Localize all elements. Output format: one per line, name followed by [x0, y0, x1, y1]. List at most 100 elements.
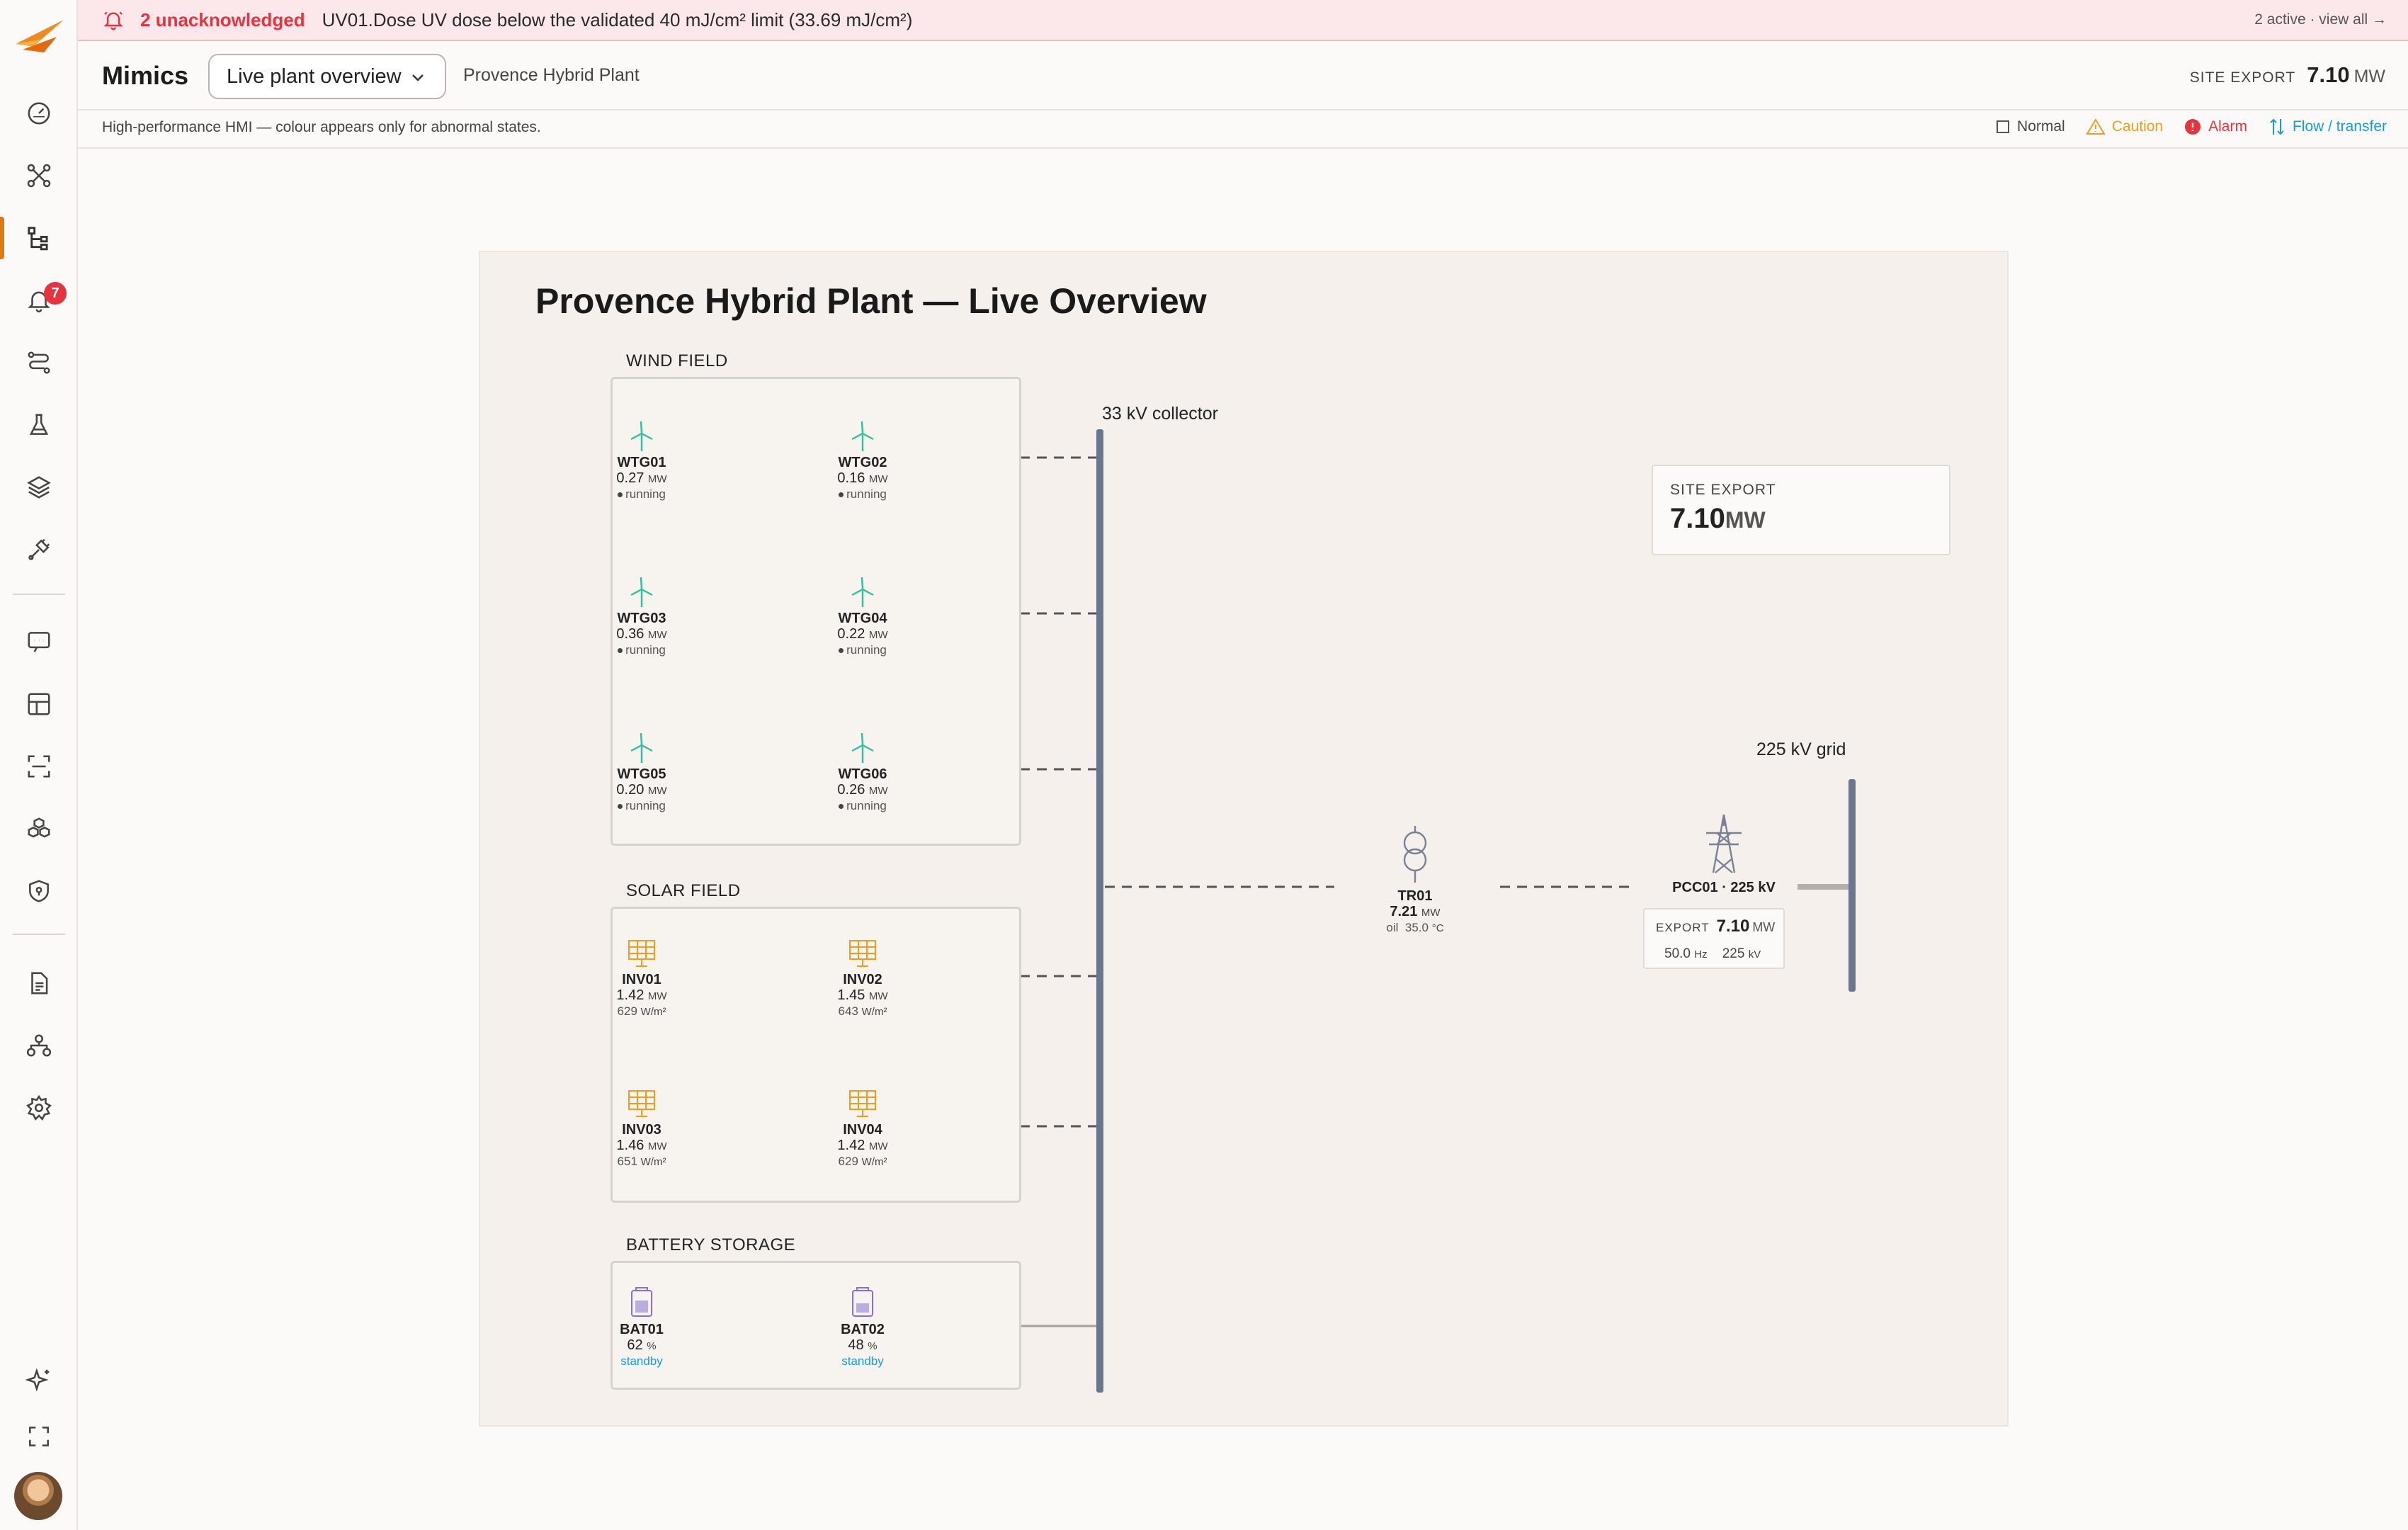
- scan-icon: [28, 755, 50, 778]
- nav-connections[interactable]: [0, 521, 78, 578]
- battery-bat01[interactable]: BAT01 62 % standby: [585, 1286, 698, 1368]
- legend-flow-label: Flow / transfer: [2292, 118, 2387, 135]
- inverter-inv01[interactable]: INV01 1.42 MW 629 W/m²: [585, 936, 698, 1019]
- turbine-wtg04[interactable]: WTG04 0.22 MW running: [806, 575, 919, 657]
- inverter-inv02[interactable]: INV02 1.45 MW 643 W/m²: [806, 936, 919, 1019]
- alarm-banner[interactable]: 2 unacknowledged UV01.Dose UV dose below…: [78, 0, 2408, 41]
- wind-turbine-icon: [630, 732, 653, 763]
- route-icon: [28, 351, 50, 374]
- square-outline-icon: [1997, 120, 2010, 133]
- header-site-export: SITE EXPORT 7.10 MW: [2190, 62, 2385, 88]
- nav-dashboard[interactable]: [0, 85, 78, 142]
- battery-status: standby: [620, 1354, 663, 1368]
- mimic-selector[interactable]: Live plant overview: [208, 54, 446, 99]
- state-legend: Normal Caution Alarm Flow / transfer: [1975, 118, 2387, 136]
- solar-panel-icon: [628, 1090, 655, 1117]
- inverter-power: 1.46: [616, 1138, 644, 1153]
- turbine-power: 0.16: [837, 470, 865, 486]
- alarm-count-badge: 7: [44, 282, 67, 305]
- pcc-readout: EXPORT 7.10 MW 50.0 Hz 225 kV: [1643, 908, 1785, 969]
- nav-assistant[interactable]: [0, 1352, 78, 1408]
- nav-layers[interactable]: [0, 459, 78, 516]
- inverter-power: 1.42: [616, 987, 644, 1003]
- nav-dashboards[interactable]: [0, 676, 78, 732]
- nav-mimics[interactable]: [0, 210, 78, 266]
- battery-storage-label: BATTERY STORAGE: [626, 1235, 796, 1254]
- cubes-icon: [28, 817, 50, 838]
- header-export-label: SITE EXPORT: [2189, 69, 2296, 86]
- user-avatar[interactable]: [14, 1472, 62, 1520]
- grid-voltage: 225: [1722, 946, 1745, 961]
- irradiance: 643: [838, 1004, 858, 1018]
- pcc-pcc01[interactable]: PCC01 · 225 kV: [1639, 812, 1809, 896]
- nav-hierarchy[interactable]: [0, 1017, 78, 1074]
- turbine-status: running: [625, 487, 666, 501]
- nav-fullscreen[interactable]: [0, 1408, 78, 1465]
- gauge-icon: [28, 102, 50, 125]
- page-header: Mimics Live plant overview Provence Hybr…: [78, 41, 2408, 110]
- nav-settings[interactable]: [0, 1080, 78, 1136]
- turbine-wtg06[interactable]: WTG06 0.26 MW running: [806, 731, 919, 813]
- collector-bus-label: 33 kV collector: [1102, 404, 1218, 424]
- transformer-icon: [1403, 826, 1427, 883]
- wind-turbine-icon: [851, 732, 874, 763]
- turbine-wtg02[interactable]: WTG02 0.16 MW running: [806, 419, 919, 502]
- nav-assets[interactable]: [0, 800, 78, 857]
- legend-caution-label: Caution: [2111, 118, 2164, 135]
- chat-icon: [28, 632, 50, 652]
- alarm-bell-icon: [103, 11, 123, 30]
- battery-status: standby: [841, 1354, 884, 1368]
- nav-alarms[interactable]: 7: [0, 272, 78, 329]
- inverter-inv03[interactable]: INV03 1.46 MW 651 W/m²: [585, 1087, 698, 1169]
- battery-icon: [631, 1287, 652, 1317]
- turbine-wtg01[interactable]: WTG01 0.27 MW running: [585, 419, 698, 502]
- battery-bat02[interactable]: BAT02 48 % standby: [806, 1286, 919, 1368]
- grid-bus: [1848, 779, 1856, 992]
- sparkle-icon: [25, 1368, 50, 1392]
- chevron-down-icon: [412, 74, 424, 81]
- solar-panel-icon: [849, 1090, 876, 1117]
- plant-name: Provence Hybrid Plant: [463, 65, 640, 85]
- page-title: Mimics: [102, 61, 189, 90]
- wind-turbine-icon: [851, 577, 874, 607]
- wind-field-label: WIND FIELD: [626, 351, 728, 370]
- legend-bar: High-performance HMI — colour appears on…: [78, 110, 2408, 149]
- nav-messages[interactable]: [0, 613, 78, 670]
- turbine-power: 0.26: [837, 782, 865, 798]
- nav-network[interactable]: [0, 147, 78, 204]
- turbine-wtg05[interactable]: WTG05 0.20 MW running: [585, 731, 698, 813]
- turbine-power: 0.27: [616, 470, 644, 486]
- network-nodes-icon: [27, 164, 51, 188]
- turbine-wtg03[interactable]: WTG03 0.36 MW running: [585, 575, 698, 657]
- nav-security[interactable]: [0, 863, 78, 919]
- irradiance: 629: [838, 1155, 858, 1168]
- legend-caution: Caution: [2086, 118, 2163, 135]
- grid-icon: [28, 693, 50, 715]
- turbine-status: running: [625, 643, 666, 657]
- turbine-status: running: [846, 643, 887, 657]
- nav-routes[interactable]: [0, 334, 78, 391]
- unacknowledged-count: 2 unacknowledged: [140, 8, 305, 30]
- alarm-message[interactable]: UV01.Dose UV dose below the validated 40…: [322, 9, 913, 31]
- battery-icon: [852, 1287, 873, 1317]
- turbine-status: running: [846, 487, 887, 501]
- grid-frequency: 50.0: [1664, 946, 1691, 961]
- nav-lab[interactable]: [0, 397, 78, 453]
- turbine-power: 0.22: [837, 626, 865, 642]
- view-all-alarms-link[interactable]: 2 active · view all →: [2254, 11, 2387, 28]
- battery-soc: 62: [627, 1337, 643, 1353]
- site-export-unit: MW: [1725, 507, 1766, 533]
- sidebar-divider: [13, 934, 65, 935]
- hierarchy-icon: [26, 1034, 52, 1057]
- turbine-status: running: [846, 799, 887, 812]
- sidebar-divider: [13, 594, 65, 595]
- nav-reports[interactable]: [0, 955, 78, 1012]
- app-logo[interactable]: [13, 16, 67, 61]
- inverter-inv04[interactable]: INV04 1.42 MW 629 W/m²: [806, 1087, 919, 1169]
- nav-scanner[interactable]: [0, 738, 78, 795]
- warning-triangle-icon: [2086, 118, 2105, 135]
- sidebar: 7: [0, 0, 78, 1530]
- mimic-canvas: Provence Hybrid Plant — Live Overview WI…: [479, 251, 2009, 1427]
- transformer-tr01[interactable]: TR01 7.21 MW oil 35.0 °C: [1358, 826, 1472, 936]
- turbine-power: 0.36: [616, 626, 644, 642]
